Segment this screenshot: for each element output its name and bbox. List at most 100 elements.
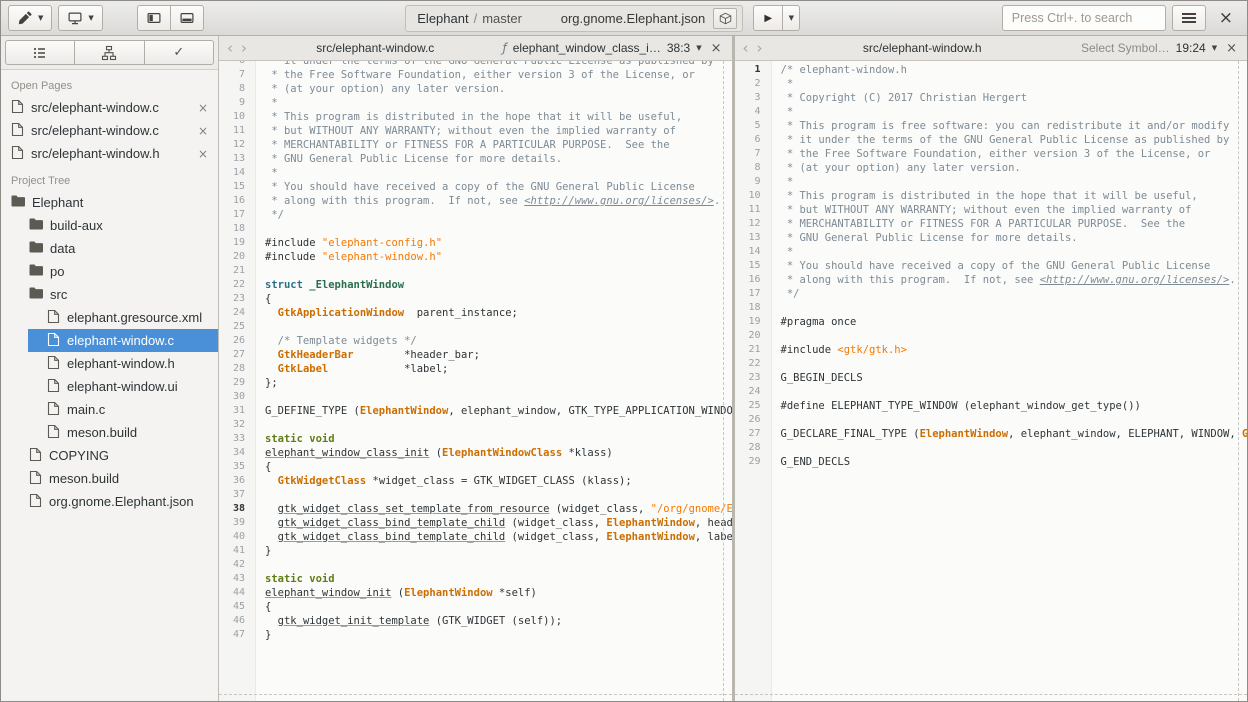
close-pane-button[interactable]: × [1223,41,1240,56]
code-line[interactable]: 43static void [219,572,732,586]
tree-item-elephant-gresource-xml[interactable]: elephant.gresource.xml [1,306,218,329]
code-line[interactable]: 28 GtkLabel *label; [219,362,732,376]
tree-item-elephant[interactable]: Elephant [1,191,218,214]
code-line[interactable]: 47} [219,628,732,642]
code-line[interactable]: 3 * Copyright (C) 2017 Christian Hergert [735,91,1248,105]
code-line[interactable]: 20 [735,329,1248,343]
tree-item-data[interactable]: data [1,237,218,260]
code-line[interactable]: 29G_END_DECLS [735,455,1248,469]
run-button[interactable]: ▶ [753,5,783,31]
run-options-button[interactable]: ▼ [783,5,800,31]
toggle-bottom-panel-button[interactable] [171,5,204,31]
code-line[interactable]: 29}; [219,376,732,390]
code-line[interactable]: 14 * [735,245,1248,259]
code-line[interactable]: 4 * [735,105,1248,119]
sidebar-tab-pages[interactable] [5,40,75,65]
close-page-button[interactable]: × [196,101,210,115]
code-line[interactable]: 44elephant_window_init (ElephantWindow *… [219,586,732,600]
code-line[interactable]: 6 * it under the terms of the GNU Genera… [219,61,732,68]
symbol-selector[interactable]: Select Symbol… [1081,41,1170,55]
build-status-button[interactable] [713,8,737,29]
back-icon[interactable]: ‹ [742,41,750,56]
code-line[interactable]: 13 * GNU General Public License for more… [219,152,732,166]
code-line[interactable]: 31G_DEFINE_TYPE (ElephantWindow, elephan… [219,404,732,418]
code-line[interactable]: 15 * You should have received a copy of … [735,259,1248,273]
code-line[interactable]: 19#include "elephant-config.h" [219,236,732,250]
code-line[interactable]: 7 * the Free Software Foundation, either… [219,68,732,82]
code-line[interactable]: 18 [219,222,732,236]
code-line[interactable]: 10 * This program is distributed in the … [219,110,732,124]
code-line[interactable]: 5 * This program is free software: you c… [735,119,1248,133]
code-line[interactable]: 37 [219,488,732,502]
code-line[interactable]: 35{ [219,460,732,474]
code-line[interactable]: 21 [219,264,732,278]
window-close-button[interactable]: × [1212,8,1240,28]
code-line[interactable]: 19#pragma once [735,315,1248,329]
code-line[interactable]: 22 [735,357,1248,371]
code-line[interactable]: 23G_BEGIN_DECLS [735,371,1248,385]
tree-item-elephant-window-ui[interactable]: elephant-window.ui [1,375,218,398]
toggle-left-panel-button[interactable] [137,5,171,31]
symbol-selector[interactable]: elephant_window_class_i… [513,41,661,55]
tree-item-org-gnome-elephant-json[interactable]: org.gnome.Elephant.json [1,490,218,513]
code-line[interactable]: 16 * along with this program. If not, se… [219,194,732,208]
code-line[interactable]: 1/* elephant-window.h [735,63,1248,77]
code-line[interactable]: 28 [735,441,1248,455]
sidebar-tab-checks[interactable]: ✓ [145,40,214,65]
code-line[interactable]: 39 gtk_widget_class_bind_template_child … [219,516,732,530]
code-line[interactable]: 18 [735,301,1248,315]
caret-down-icon[interactable]: ▼ [696,44,701,52]
code-line[interactable]: 26 [735,413,1248,427]
open-page-item[interactable]: src/elephant-window.h× [1,142,218,165]
code-line[interactable]: 7 * the Free Software Foundation, either… [735,147,1248,161]
code-line[interactable]: 24 GtkApplicationWindow parent_instance; [219,306,732,320]
code-line[interactable]: 15 * You should have received a copy of … [219,180,732,194]
code-line[interactable]: 6 * it under the terms of the GNU Genera… [735,133,1248,147]
tree-item-src[interactable]: src [1,283,218,306]
menu-button[interactable] [1172,5,1206,31]
forward-icon[interactable]: › [240,41,248,56]
code-line[interactable]: 22struct _ElephantWindow [219,278,732,292]
code-line[interactable]: 24 [735,385,1248,399]
code-line[interactable]: 17 */ [735,287,1248,301]
open-page-item[interactable]: src/elephant-window.c× [1,119,218,142]
code-line[interactable]: 9 * [219,96,732,110]
code-line[interactable]: 27 GtkHeaderBar *header_bar; [219,348,732,362]
close-page-button[interactable]: × [196,147,210,161]
close-page-button[interactable]: × [196,124,210,138]
code-line[interactable]: 38 gtk_widget_class_set_template_from_re… [219,502,732,516]
code-line[interactable]: 27G_DECLARE_FINAL_TYPE (ElephantWindow, … [735,427,1248,441]
perspective-selector-button[interactable]: ▼ [8,5,52,31]
code-line[interactable]: 11 * but WITHOUT ANY WARRANTY; without e… [735,203,1248,217]
code-line[interactable]: 9 * [735,175,1248,189]
code-line[interactable]: 46 gtk_widget_init_template (GTK_WIDGET … [219,614,732,628]
code-line[interactable]: 12 * MERCHANTABILITY or FITNESS FOR A PA… [219,138,732,152]
code-line[interactable]: 16 * along with this program. If not, se… [735,273,1248,287]
code-line[interactable]: 42 [219,558,732,572]
tree-item-elephant-window-c[interactable]: elephant-window.c [1,329,218,352]
close-pane-button[interactable]: × [708,41,725,56]
code-line[interactable]: 8 * (at your option) any later version. [735,161,1248,175]
code-line[interactable]: 40 gtk_widget_class_bind_template_child … [219,530,732,544]
code-line[interactable]: 25 [219,320,732,334]
code-line[interactable]: 13 * GNU General Public License for more… [735,231,1248,245]
code-line[interactable]: 14 * [219,166,732,180]
tree-item-elephant-window-h[interactable]: elephant-window.h [1,352,218,375]
search-input[interactable] [1002,5,1166,31]
code-line[interactable]: 25#define ELEPHANT_TYPE_WINDOW (elephant… [735,399,1248,413]
code-line[interactable]: 23{ [219,292,732,306]
code-line[interactable]: 45{ [219,600,732,614]
editor-view[interactable]: 6 * it under the terms of the GNU Genera… [219,61,732,701]
tree-item-build-aux[interactable]: build-aux [1,214,218,237]
sidebar-tab-tree[interactable] [75,40,144,65]
code-line[interactable]: 12 * MERCHANTABILITY or FITNESS FOR A PA… [735,217,1248,231]
code-line[interactable]: 17 */ [219,208,732,222]
code-line[interactable]: 20#include "elephant-window.h" [219,250,732,264]
device-selector-button[interactable]: ▼ [58,5,102,31]
code-line[interactable]: 26 /* Template widgets */ [219,334,732,348]
code-line[interactable]: 8 * (at your option) any later version. [219,82,732,96]
code-line[interactable]: 41} [219,544,732,558]
tree-item-meson-build[interactable]: meson.build [1,467,218,490]
code-line[interactable]: 30 [219,390,732,404]
tree-item-main-c[interactable]: main.c [1,398,218,421]
